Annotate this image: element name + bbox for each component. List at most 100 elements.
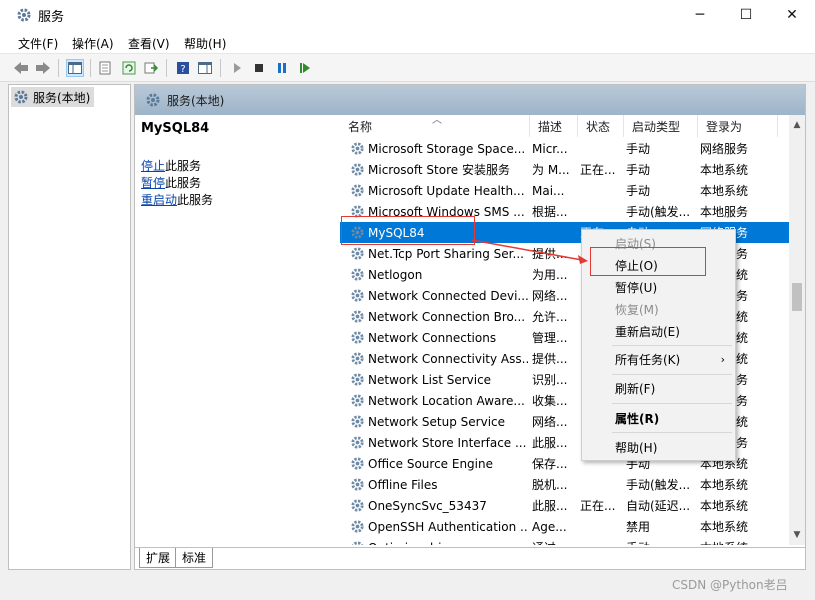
- cell-startup-type: 自动(延迟...: [626, 499, 691, 513]
- service-name: OpenSSH Authentication ...: [368, 519, 528, 534]
- back-button[interactable]: [12, 59, 30, 77]
- close-button[interactable]: ✕: [769, 0, 815, 30]
- stop-service-button[interactable]: [250, 59, 268, 77]
- menu-help[interactable]: 帮助(H): [184, 35, 226, 52]
- ctx-properties[interactable]: 属性(R): [582, 407, 735, 429]
- ctx-pause[interactable]: 暂停(U): [582, 276, 735, 298]
- cell-name: Network Connected Devi...: [340, 285, 528, 306]
- maximize-button[interactable]: ☐: [723, 0, 769, 30]
- cell-log-on-as: 网络服务: [700, 142, 749, 156]
- toolbar-separator: [166, 59, 167, 77]
- help-button[interactable]: ?: [174, 59, 192, 77]
- cell-status: 正在...: [580, 499, 616, 513]
- ctx-refresh[interactable]: 刷新(F): [582, 377, 735, 399]
- export-list-button[interactable]: [142, 59, 160, 77]
- ctx-restart[interactable]: 重新启动(E): [582, 320, 735, 342]
- ctx-label: 刷新(F): [615, 381, 656, 396]
- service-name: Microsoft Storage Space...: [368, 141, 526, 156]
- service-name: OneSyncSvc_53437: [368, 498, 487, 513]
- service-gear-icon: [351, 499, 364, 512]
- service-name: Network List Service: [368, 372, 492, 387]
- service-gear-icon: [351, 394, 364, 407]
- pause-service-link[interactable]: 暂停: [141, 176, 165, 190]
- menu-view[interactable]: 查看(V): [128, 35, 170, 52]
- console-tree-icon: [68, 62, 82, 74]
- highlight-selected-service: [341, 216, 475, 245]
- restart-service-button[interactable]: [296, 59, 314, 77]
- cell-name: Microsoft Storage Space...: [340, 138, 528, 159]
- cell-status: [576, 516, 622, 537]
- scroll-down-icon[interactable]: ▼: [789, 527, 805, 543]
- cell-status: [576, 537, 622, 545]
- column-header-name[interactable]: ︿ 名称: [340, 115, 530, 137]
- service-name: Optimize drives: [368, 541, 462, 546]
- tree-item-services-local[interactable]: 服务(本地): [11, 87, 95, 107]
- window-title: 服务: [38, 10, 65, 25]
- service-name: Network Connection Bro...: [368, 309, 526, 324]
- cell-startup-type: 手动: [626, 142, 651, 156]
- table-row[interactable]: Microsoft Storage Space... Micr... 手动 网络服务: [340, 138, 795, 159]
- ctx-resume[interactable]: 恢复(M): [582, 298, 735, 320]
- scroll-up-icon[interactable]: ▲: [789, 117, 805, 133]
- cell-name: Microsoft Update Health...: [340, 180, 528, 201]
- cell-description: Mai...: [532, 183, 565, 198]
- table-row[interactable]: OneSyncSvc_53437 此服... 正在... 自动(延迟... 本地系统: [340, 495, 795, 516]
- cell-log-on-as: 本地系统: [696, 537, 776, 545]
- cell-description: 通过...: [528, 537, 576, 545]
- cell-name: Office Source Engine: [340, 453, 528, 474]
- table-row[interactable]: OpenSSH Authentication ... Age... 禁用 本地系统: [340, 516, 795, 537]
- menu-file[interactable]: 文件(F): [18, 35, 58, 52]
- forward-arrow-icon: [36, 62, 50, 74]
- cell-log-on-as: 本地系统: [700, 163, 749, 177]
- show-action-pane-button[interactable]: [196, 59, 214, 77]
- cell-name: Network Connection Bro...: [340, 306, 528, 327]
- tab-standard[interactable]: 标准: [175, 548, 214, 568]
- table-row[interactable]: Optimize drives 通过... 手动本地系统: [340, 537, 795, 545]
- service-name: Network Store Interface ...: [368, 435, 527, 450]
- cell-description: 脱机...: [532, 478, 568, 492]
- toolbar-separator: [90, 59, 91, 77]
- table-row[interactable]: Offline Files 脱机... 手动(触发... 本地系统: [340, 474, 795, 495]
- ctx-label: 重新启动(E): [615, 324, 680, 339]
- cell-status: [576, 474, 622, 495]
- service-gear-icon: [351, 163, 364, 176]
- scrollbar-thumb[interactable]: [792, 283, 802, 311]
- refresh-icon: [122, 61, 136, 75]
- cell-description: 为用...: [532, 268, 568, 282]
- show-hide-console-tree-button[interactable]: [66, 59, 84, 77]
- tab-extended[interactable]: 扩展: [139, 548, 178, 568]
- cell-startup-type: 禁用: [626, 520, 651, 534]
- refresh-button[interactable]: [120, 59, 138, 77]
- stop-service-link[interactable]: 停止: [141, 159, 165, 173]
- column-header-log-on-as[interactable]: 登录为: [698, 115, 778, 137]
- minimize-icon: ─: [695, 7, 705, 23]
- cell-description: 此服...: [532, 499, 568, 513]
- menu-action[interactable]: 操作(A): [72, 35, 114, 52]
- table-row[interactable]: Microsoft Store 安装服务 为 M... 正在... 手动 本地系统: [340, 159, 795, 180]
- cell-name: Network Location Aware...: [340, 390, 528, 411]
- ctx-all-tasks[interactable]: 所有任务(K) ›: [582, 348, 735, 370]
- service-gear-icon: [351, 457, 364, 470]
- cell-description: 网络...: [532, 289, 568, 303]
- service-name: Network Location Aware...: [368, 393, 525, 408]
- table-row[interactable]: Microsoft Update Health... Mai... 手动 本地系统: [340, 180, 795, 201]
- minimize-button[interactable]: ─: [677, 0, 723, 30]
- forward-button[interactable]: [34, 59, 52, 77]
- cell-description: 允许...: [532, 310, 568, 324]
- cell-name: OpenSSH Authentication ...: [340, 516, 528, 537]
- service-gear-icon: [351, 142, 364, 155]
- cell-startup-type: 手动: [626, 184, 651, 198]
- menu-bar: 文件(F) 操作(A) 查看(V) 帮助(H): [0, 30, 815, 54]
- service-name: Offline Files: [368, 477, 438, 492]
- restart-service-link[interactable]: 重启动: [141, 193, 177, 207]
- pause-service-button[interactable]: [273, 59, 291, 77]
- ctx-help[interactable]: 帮助(H): [582, 436, 735, 458]
- column-header-description[interactable]: 描述: [530, 115, 578, 137]
- start-service-button[interactable]: [228, 59, 246, 77]
- ctx-label: 所有任务(K): [615, 352, 681, 367]
- column-header-status[interactable]: 状态: [578, 115, 624, 137]
- column-header-startup-type[interactable]: 启动类型: [624, 115, 698, 137]
- properties-view-button[interactable]: [96, 59, 114, 77]
- vertical-scrollbar[interactable]: ▲ ▼: [789, 115, 805, 545]
- cell-description: 根据...: [532, 205, 568, 219]
